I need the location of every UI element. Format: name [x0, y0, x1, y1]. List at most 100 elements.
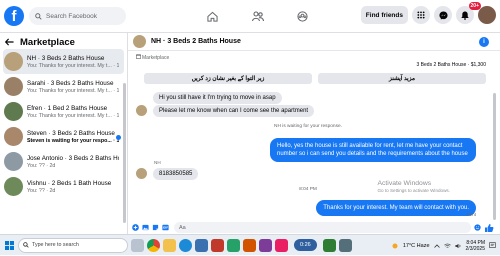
bell-icon [461, 11, 469, 20]
chat-header: NH · 3 Beds 2 Baths House [128, 33, 500, 51]
chat-title[interactable]: NH · 3 Beds 2 Baths House [151, 38, 241, 45]
sent-status: Sent [466, 212, 476, 217]
conversation-preview: You: ?? · 2d [27, 187, 56, 194]
info-button[interactable]: i [479, 37, 489, 47]
weather-text[interactable]: 17°C Haze [403, 243, 430, 249]
speaker-icon[interactable] [454, 243, 462, 249]
taskbar-search-placeholder: Type here to search [32, 242, 79, 248]
listing-thumbnail [4, 127, 23, 146]
app-icon[interactable] [259, 238, 272, 252]
conversation-name: Vishnu · 2 Beds 1 Bath House [27, 179, 112, 187]
sidebar-title: Marketplace [20, 36, 75, 48]
chevron-up-icon[interactable] [433, 243, 440, 248]
more-options-button[interactable]: مزید آپشنز [318, 73, 486, 84]
back-arrow-icon[interactable] [5, 38, 14, 46]
account-avatar[interactable] [478, 6, 496, 24]
mark-pending-button[interactable]: زیر التوا کے بغیر نشان زد کریں [144, 73, 312, 84]
conversation-item[interactable]: Efren · 1 Bed 2 Baths House You: Thanks … [0, 99, 127, 124]
conversation-item[interactable]: Steven · 3 Beds 2 Baths House Steven is … [0, 124, 127, 149]
message-input-placeholder: Aa [179, 224, 186, 231]
listing-title[interactable]: 3 Beds 2 Baths House · $1,300 [417, 62, 487, 68]
chat-scrollbar[interactable] [493, 93, 496, 220]
search-icon [35, 12, 42, 20]
sender-avatar [136, 168, 147, 179]
search-icon [23, 242, 29, 248]
add-button[interactable] [132, 224, 139, 231]
windows-logo-icon [4, 240, 14, 250]
find-friends-button[interactable]: Find friends [360, 6, 408, 24]
emoji-button[interactable] [474, 224, 481, 231]
task-view-icon[interactable] [131, 238, 144, 252]
sticker-icon [152, 224, 159, 231]
app-icon[interactable] [275, 238, 288, 252]
messenger-button[interactable] [434, 6, 452, 24]
chat-avatar[interactable] [133, 35, 146, 48]
conversation-item[interactable]: NH · 3 Beds 2 Baths House You: Thanks fo… [3, 49, 124, 74]
listing-thumbnail [4, 102, 23, 121]
conversation-preview: You: Thanks for your interest. My t... ·… [27, 62, 119, 69]
home-tab[interactable] [190, 0, 235, 33]
app-icon[interactable] [322, 238, 336, 252]
gif-button[interactable]: GIF [162, 224, 169, 231]
notifications-button[interactable]: 20+ [456, 2, 481, 24]
menu-button[interactable] [412, 6, 430, 24]
listing-thumbnail [4, 52, 23, 71]
sidebar-scrollbar[interactable] [123, 83, 126, 223]
clock-time: 8:04 PM [466, 239, 485, 246]
smiley-icon [474, 224, 481, 231]
conversation-preview: You: Thanks for your interest. My t... ·… [27, 87, 119, 94]
wifi-icon[interactable] [443, 243, 451, 249]
notification-center-icon[interactable] [489, 242, 496, 249]
top-right-tools: Find friends 20+ [360, 2, 496, 24]
conversation-item[interactable]: Sarahi · 3 Beds 2 Baths House You: Thank… [0, 74, 127, 99]
clock-date: 2/3/2025 [465, 245, 485, 252]
listing-thumbnail [4, 152, 23, 171]
timer-pill[interactable]: 0:26 [294, 239, 317, 251]
conversation-sidebar: Marketplace NH · 3 Beds 2 Baths House Yo… [0, 33, 128, 234]
sticker-button[interactable] [152, 224, 159, 231]
photo-button[interactable] [142, 224, 149, 231]
search-placeholder: Search Facebook [46, 12, 97, 20]
sender-name: NH [154, 160, 161, 165]
taskbar-search[interactable]: Type here to search [18, 237, 128, 253]
conversation-name: Efren · 1 Bed 2 Baths House [27, 104, 108, 112]
conversation-name: Steven · 3 Beds 2 Baths House [27, 129, 115, 137]
top-bar: f Search Facebook Find friends 20+ [0, 0, 500, 33]
app-icon[interactable] [338, 238, 352, 252]
thumbs-up-icon [485, 223, 494, 232]
grid-menu-icon [417, 11, 425, 19]
message-thread: Hi you still have it I'm trying to move … [128, 92, 488, 217]
image-icon [142, 224, 149, 231]
conversation-preview: You: Thanks for your interest. My t... ·… [27, 112, 119, 119]
weather-icon [392, 243, 398, 248]
plus-circle-icon [132, 224, 139, 231]
svg-text:GIF: GIF [163, 226, 168, 230]
conversation-preview: You: ?? · 2d [27, 162, 56, 169]
sender-avatar [136, 105, 147, 116]
outgoing-message: Hello, yes the house is still available … [270, 138, 476, 162]
app-icon[interactable] [195, 238, 208, 252]
conversation-preview: Steven is waiting for your respo... · 1m [27, 137, 119, 144]
message-input[interactable]: Aa [174, 222, 471, 233]
app-icon[interactable] [211, 238, 224, 252]
activation-watermark: Activate Windows Go to Settings to activ… [377, 180, 450, 193]
app-icon[interactable] [227, 238, 240, 252]
message-composer: GIF Aa [128, 221, 500, 234]
app-icon[interactable] [243, 238, 256, 252]
friends-tab[interactable] [235, 0, 280, 33]
friends-icon [251, 11, 264, 22]
search-box[interactable]: Search Facebook [29, 7, 126, 25]
groups-tab[interactable] [280, 0, 325, 33]
conversation-item[interactable]: Vishnu · 2 Beds 1 Bath House You: ?? · 2… [0, 174, 127, 199]
watermark-title: Activate Windows [377, 180, 432, 187]
start-button[interactable] [0, 235, 18, 256]
file-explorer-icon[interactable] [163, 238, 176, 252]
chrome-icon[interactable] [147, 238, 160, 252]
like-button[interactable] [484, 223, 494, 233]
system-tray: 17°C Haze 8:04 PM 2/3/2025 [391, 235, 496, 256]
clock[interactable]: 8:04 PM 2/3/2025 [466, 240, 485, 252]
conversation-item[interactable]: Jose Antonio · 3 Beds 2 Baths House You:… [0, 149, 127, 174]
edge-icon[interactable] [179, 238, 192, 252]
facebook-logo[interactable]: f [4, 6, 24, 26]
listing-thumbnail [4, 77, 23, 96]
